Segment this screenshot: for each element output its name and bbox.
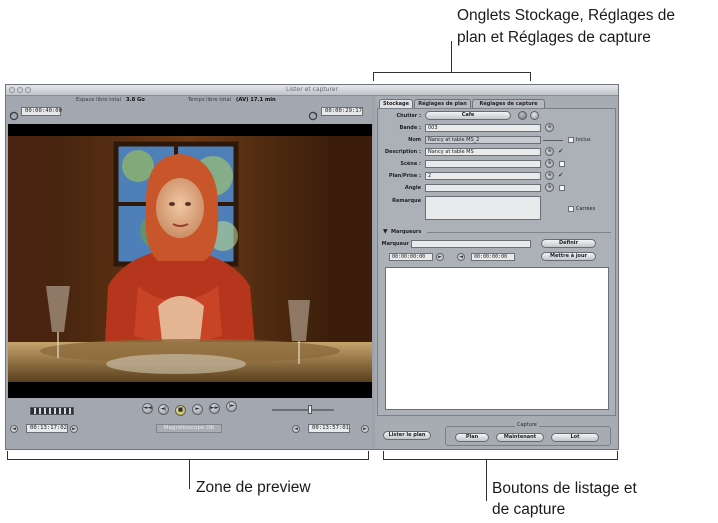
device-status: Magnétoscope OK <box>156 424 222 433</box>
markers-list[interactable] <box>385 267 609 410</box>
inclus-label: Inclus <box>576 137 591 143</box>
bande-field[interactable]: 003 <box>425 124 541 132</box>
annotation-buttons-line1: Boutons de listage et <box>492 480 637 497</box>
annotation-stem-buttons <box>486 459 487 501</box>
next-frame-button[interactable]: |► <box>226 401 237 412</box>
bande-slate-icon[interactable]: ⊕ <box>545 123 554 132</box>
plan-prise-slate-icon[interactable]: ⊕ <box>545 171 554 180</box>
annotation-tabs-line2: plan et Réglages de capture <box>457 29 651 46</box>
preview-pane: Espace libre total 3.8 Go Temps libre to… <box>6 96 372 449</box>
free-space-label: Espace libre total <box>76 97 122 103</box>
annotation-bracket-buttons <box>383 451 618 460</box>
capture-lot-button[interactable]: Lot <box>551 433 599 442</box>
free-time-label: Temps libre total <box>188 97 232 103</box>
definir-button[interactable]: Définir <box>541 239 596 248</box>
current-timecode[interactable]: 00:00:29:17 <box>321 107 363 116</box>
annotation-bracket-tabs <box>373 72 531 81</box>
nom-label: Nom <box>408 137 421 143</box>
mark-in-icon[interactable]: ◄ <box>10 425 18 433</box>
marqueurs-label: Marqueurs <box>391 229 422 235</box>
tab-reglages-de-capture[interactable]: Réglages de capture <box>472 99 545 108</box>
annotation-stem-tabs <box>451 41 452 73</box>
stop-button[interactable]: ■ <box>175 405 186 416</box>
annotation-buttons-line2: de capture <box>492 501 566 518</box>
marqueur-label: Marqueur <box>381 241 409 247</box>
bande-label: Bande : <box>399 125 421 131</box>
scene-label: Scène : <box>400 161 421 167</box>
plan-prise-label: Plan/Prise : <box>388 173 421 179</box>
carrees-checkbox[interactable] <box>568 206 574 212</box>
chutier-button[interactable]: Cafe <box>425 111 511 120</box>
previous-frame-button[interactable]: ◄| <box>158 404 169 415</box>
annotation-tabs-line1: Onglets Stockage, Réglages de <box>457 7 675 24</box>
new-bin-icon[interactable] <box>530 111 539 120</box>
fast-forward-button[interactable]: ►► <box>209 403 220 414</box>
inclus-checkbox[interactable] <box>568 137 574 143</box>
tab-stockage[interactable]: Stockage <box>379 99 413 108</box>
mark-marker-in-icon[interactable]: ► <box>436 253 444 261</box>
scene-field[interactable] <box>425 160 541 168</box>
chutier-label: Chutier : <box>396 113 422 119</box>
scene-include-checkbox[interactable] <box>559 161 565 167</box>
mettre-a-jour-button[interactable]: Mettre à jour <box>541 252 596 261</box>
angle-label: Angle <box>404 185 421 191</box>
duration-timecode[interactable]: 00:00:40:00 <box>21 107 62 116</box>
free-space-value: 3.8 Go <box>126 97 145 103</box>
rewind-button[interactable]: ◄◄ <box>142 403 153 414</box>
capture-group-label: Capture <box>515 421 539 429</box>
remarque-field[interactable] <box>425 196 541 220</box>
marqueurs-disclosure-icon[interactable]: ▼ <box>383 228 388 236</box>
nom-field: Nancy at table MS_2 <box>425 136 541 144</box>
nom-bracket <box>543 140 563 141</box>
angle-include-checkbox[interactable] <box>559 185 565 191</box>
current-timecode-icon <box>308 106 318 121</box>
duration-icon <box>9 106 19 121</box>
carrees-label: Carrées <box>576 206 596 212</box>
angle-field[interactable] <box>425 184 541 192</box>
lister-le-plan-button[interactable]: Lister le plan <box>383 431 431 440</box>
capture-plan-button[interactable]: Plan <box>455 433 489 442</box>
bin-up-icon[interactable] <box>518 111 527 120</box>
remarque-label: Remarque <box>392 198 421 204</box>
marker-out-timecode[interactable]: 00:00:00:00 <box>471 253 515 261</box>
go-to-out-icon[interactable]: ◄ <box>292 425 300 433</box>
mark-marker-out-icon[interactable]: ◄ <box>457 253 465 261</box>
window-title: Lister et capturer <box>286 86 338 93</box>
title-bar: Lister et capturer <box>6 85 618 96</box>
capture-maintenant-button[interactable]: Maintenant <box>496 433 544 442</box>
free-space-info: Espace libre total 3.8 Go <box>76 96 145 104</box>
annotation-stem-preview <box>189 459 190 489</box>
angle-slate-icon[interactable]: ⊕ <box>545 183 554 192</box>
log-and-capture-window: Lister et capturer Espace libre total 3.… <box>5 84 619 450</box>
free-time-info: Temps libre total (AV) 17.1 min <box>188 96 276 104</box>
marqueur-field[interactable] <box>411 240 531 248</box>
free-time-value: (AV) 17.1 min <box>236 97 276 103</box>
play-button[interactable]: ► <box>192 404 203 415</box>
tab-reglages-de-plan[interactable]: Réglages de plan <box>414 99 471 108</box>
annotation-bracket-preview <box>7 451 369 460</box>
description-included-checkmark[interactable]: ✓ <box>558 147 564 155</box>
go-to-in-icon[interactable]: ► <box>70 425 78 433</box>
marqueurs-separator <box>427 232 611 233</box>
marker-in-timecode[interactable]: 00:00:00:00 <box>389 253 433 261</box>
annotation-preview: Zone de preview <box>196 479 311 496</box>
in-point-timecode[interactable]: 00:13:17:02 <box>26 424 68 433</box>
shuttle-slider[interactable] <box>272 409 334 411</box>
plan-prise-field[interactable]: 2 <box>425 172 541 180</box>
logging-pane: Stockage Réglages de plan Réglages de ca… <box>375 96 618 449</box>
description-slate-icon[interactable]: ⊕ <box>545 147 554 156</box>
jog-meter[interactable] <box>30 407 74 415</box>
video-preview <box>8 124 372 398</box>
video-frame-image <box>8 136 372 382</box>
shuttle-slider-thumb[interactable] <box>308 405 312 414</box>
scene-slate-icon[interactable]: ⊕ <box>545 159 554 168</box>
mark-out-icon[interactable]: ► <box>361 425 369 433</box>
plan-prise-included-checkmark[interactable]: ✓ <box>558 171 564 179</box>
description-field[interactable]: Nancy at table MS <box>425 148 541 156</box>
out-point-timecode[interactable]: 00:13:57:01 <box>308 424 350 433</box>
description-label: Description : <box>384 149 421 155</box>
